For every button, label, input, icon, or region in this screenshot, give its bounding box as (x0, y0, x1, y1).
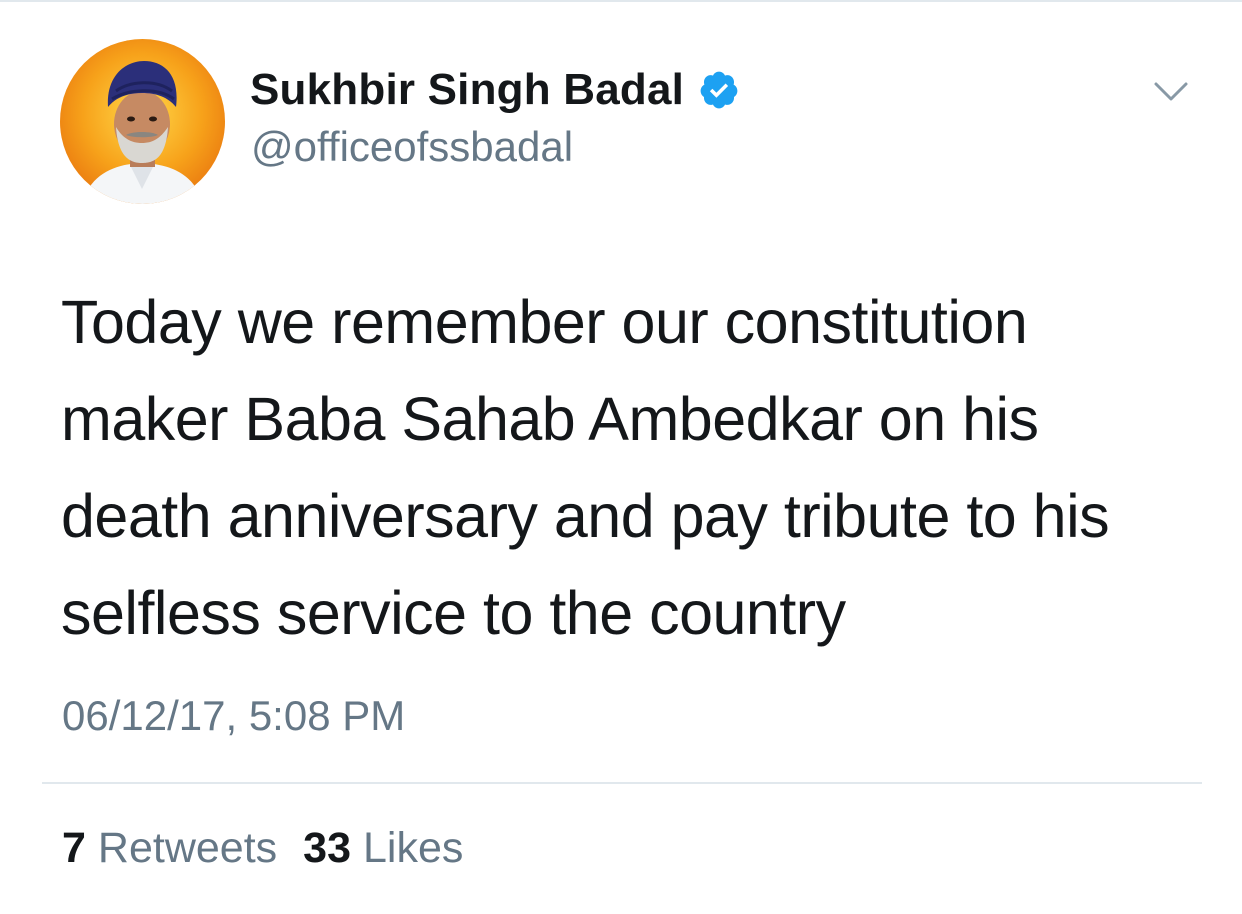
author-handle[interactable]: @officeofssbadal (251, 123, 573, 171)
author-name-row: Sukhbir Singh Badal (250, 64, 740, 116)
divider (42, 782, 1202, 784)
top-border (0, 0, 1242, 2)
avatar[interactable] (60, 39, 225, 204)
tweet-stats: 7 Retweets 33 Likes (62, 824, 463, 873)
tweet-text: Today we remember our constitution maker… (61, 288, 1110, 647)
tweet-timestamp: 06/12/17, 5:08 PM (62, 692, 406, 739)
likes-stat[interactable]: 33 Likes (303, 824, 463, 873)
verified-badge-icon (700, 71, 738, 109)
author-display-name[interactable]: Sukhbir Singh Badal (250, 65, 684, 115)
likes-label: Likes (363, 824, 464, 872)
chevron-down-icon[interactable] (1150, 74, 1192, 110)
retweets-label: Retweets (97, 824, 278, 872)
retweets-stat[interactable]: 7 Retweets (62, 824, 277, 873)
retweets-count: 7 (62, 824, 86, 872)
likes-count: 33 (303, 824, 352, 872)
avatar-image (60, 39, 225, 204)
